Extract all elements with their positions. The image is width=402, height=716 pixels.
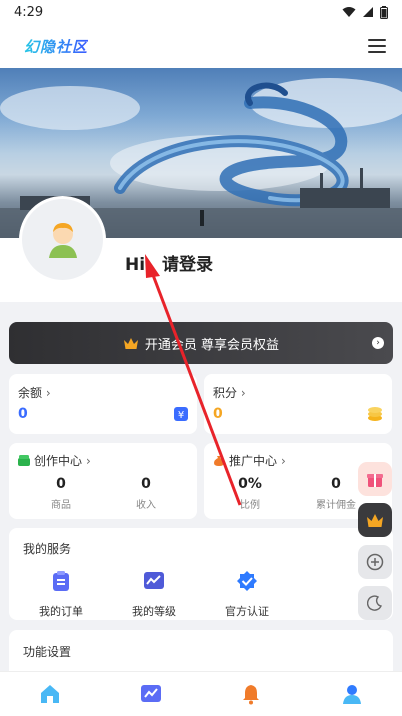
service-label: 官方认证 bbox=[225, 605, 269, 618]
promotion-stat-commission: 0 累计佣金 bbox=[306, 476, 366, 511]
wifi-icon bbox=[342, 7, 356, 17]
avatar[interactable] bbox=[19, 196, 106, 283]
balance-card[interactable]: 余额 › 0 ¥ bbox=[9, 374, 197, 434]
status-time: 4:29 bbox=[14, 4, 44, 20]
verified-icon bbox=[237, 571, 257, 591]
login-prompt[interactable]: Hi，请登录 bbox=[125, 250, 213, 275]
promotion-title: 推广中心 bbox=[229, 454, 278, 468]
services-card: 我的服务 我的订单 我的等级 官方认证 bbox=[9, 528, 393, 620]
vip-banner[interactable]: 开通会员 尊享会员权益 › bbox=[9, 322, 393, 364]
balance-value: 0 bbox=[18, 406, 28, 422]
coins-icon bbox=[368, 407, 382, 421]
money-bag-icon bbox=[214, 455, 224, 466]
chart-icon bbox=[144, 572, 164, 589]
stat-value: 0 bbox=[331, 476, 341, 492]
dark-mode-button[interactable] bbox=[358, 586, 392, 620]
stat-value: 0% bbox=[238, 476, 262, 492]
yuan-icon: ¥ bbox=[174, 407, 188, 421]
menu-icon[interactable] bbox=[368, 39, 386, 53]
service-official-verify[interactable]: 官方认证 bbox=[212, 570, 282, 619]
settings-title: 功能设置 bbox=[23, 645, 72, 659]
promotion-stat-ratio: 0% 比例 bbox=[220, 476, 280, 511]
status-bar: 4:29 bbox=[0, 0, 402, 24]
points-value: 0 bbox=[213, 406, 223, 422]
vip-float-button[interactable] bbox=[358, 503, 392, 537]
services-title: 我的服务 bbox=[23, 542, 72, 556]
vip-label: 开通会员 尊享会员权益 bbox=[144, 337, 280, 353]
gift-icon bbox=[367, 474, 383, 487]
service-label: 我的等级 bbox=[132, 605, 176, 618]
creation-stat-income: 0 收入 bbox=[116, 476, 176, 511]
chevron-right-icon: › bbox=[372, 337, 384, 349]
points-card[interactable]: 积分 › 0 bbox=[204, 374, 392, 434]
app-logo[interactable]: 幻隐社区 bbox=[24, 36, 88, 57]
points-title: 积分 bbox=[213, 386, 238, 400]
stat-label: 收入 bbox=[136, 500, 156, 511]
user-avatar-icon bbox=[48, 222, 77, 258]
chevron-right-icon: › bbox=[86, 453, 91, 468]
svg-text:¥: ¥ bbox=[178, 410, 184, 421]
trend-icon[interactable] bbox=[139, 682, 163, 706]
chevron-right-icon: › bbox=[45, 386, 51, 400]
service-label: 我的订单 bbox=[39, 605, 83, 618]
bell-icon[interactable] bbox=[239, 682, 263, 706]
plus-circle-icon bbox=[366, 553, 384, 571]
stat-label: 比例 bbox=[240, 500, 260, 511]
clipboard-icon bbox=[53, 571, 69, 591]
app-header: 幻隐社区 bbox=[0, 24, 402, 68]
bottom-tab-bar bbox=[0, 671, 402, 716]
chevron-right-icon: › bbox=[281, 453, 286, 468]
moon-icon bbox=[367, 595, 382, 611]
add-button[interactable] bbox=[358, 545, 392, 579]
status-icons bbox=[342, 5, 388, 19]
crown-icon bbox=[367, 513, 383, 527]
user-icon[interactable] bbox=[340, 682, 364, 706]
creation-center-card[interactable]: 创作中心 › 0 商品 0 收入 bbox=[9, 443, 197, 519]
signal-icon bbox=[363, 7, 373, 17]
stat-label: 累计佣金 bbox=[316, 500, 356, 511]
service-my-orders[interactable]: 我的订单 bbox=[26, 570, 96, 619]
battery-icon bbox=[380, 5, 388, 19]
balance-title: 余额 bbox=[18, 386, 43, 400]
stat-value: 0 bbox=[141, 476, 151, 492]
home-icon[interactable] bbox=[38, 682, 62, 706]
service-my-level[interactable]: 我的等级 bbox=[119, 570, 189, 619]
crown-icon bbox=[123, 337, 138, 349]
gift-button[interactable] bbox=[358, 462, 392, 496]
settings-card[interactable]: 功能设置 bbox=[9, 630, 393, 671]
creation-title: 创作中心 bbox=[34, 454, 83, 468]
chevron-right-icon: › bbox=[240, 386, 246, 400]
creation-stat-products: 0 商品 bbox=[31, 476, 91, 511]
stat-label: 商品 bbox=[51, 500, 71, 511]
store-icon bbox=[18, 455, 30, 466]
stat-value: 0 bbox=[56, 476, 66, 492]
